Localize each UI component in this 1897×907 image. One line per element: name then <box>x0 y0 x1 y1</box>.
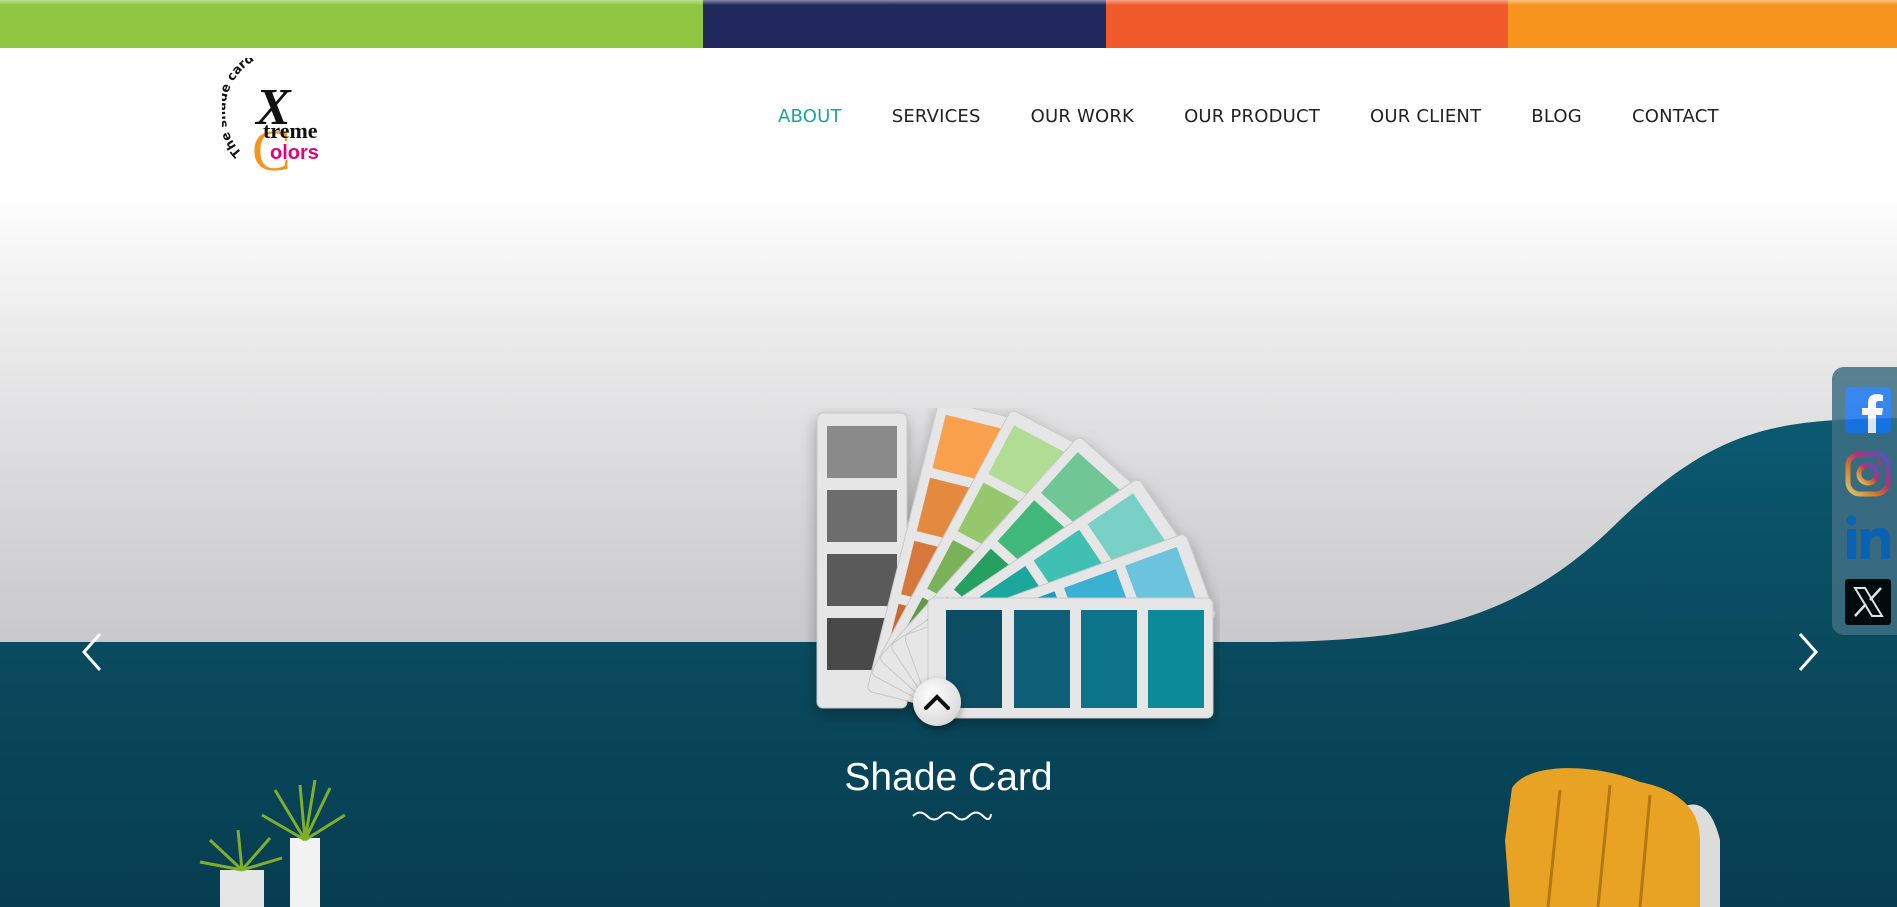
slider-prev-button[interactable] <box>74 620 110 680</box>
color-bar-orange-red <box>1106 0 1508 48</box>
instagram-icon <box>1845 451 1891 497</box>
x-twitter-icon <box>1845 579 1891 625</box>
wave-divider <box>912 811 992 821</box>
color-bar-orange <box>1508 0 1897 48</box>
nav-services[interactable]: SERVICES <box>892 104 981 130</box>
chevron-up-icon <box>924 694 950 710</box>
chevron-left-icon <box>81 633 102 671</box>
color-bar-green <box>0 0 703 48</box>
logo-word-olors: olors <box>270 142 319 164</box>
nav-blog[interactable]: BLOG <box>1531 104 1582 130</box>
scroll-up-button[interactable] <box>913 678 961 726</box>
chevron-right-icon <box>1798 633 1819 671</box>
slider-next-button[interactable] <box>1790 620 1826 680</box>
top-color-bar <box>0 0 1897 48</box>
nav-our-product[interactable]: OUR PRODUCT <box>1184 104 1320 130</box>
x-twitter-link[interactable] <box>1845 579 1891 625</box>
color-bar-navy <box>703 0 1106 48</box>
slide-caption: Shade Card <box>844 756 1053 799</box>
linkedin-link[interactable] <box>1845 515 1891 561</box>
facebook-link[interactable] <box>1845 387 1891 433</box>
linkedin-icon <box>1846 515 1890 559</box>
nav-about[interactable]: ABOUT <box>778 104 842 130</box>
logo[interactable]: The shade card story X C treme olors <box>213 40 336 183</box>
logo-word-treme: treme <box>263 118 318 143</box>
hero-slider: Shade Card <box>0 190 1897 907</box>
shade-card-fan-image <box>816 408 1216 720</box>
social-sidebar <box>1832 367 1897 635</box>
facebook-icon <box>1845 387 1891 433</box>
nav-our-work[interactable]: OUR WORK <box>1031 104 1134 130</box>
main-nav: ABOUT SERVICES OUR WORK OUR PRODUCT OUR … <box>778 104 1719 130</box>
instagram-link[interactable] <box>1845 451 1891 497</box>
nav-contact[interactable]: CONTACT <box>1632 104 1719 130</box>
nav-our-client[interactable]: OUR CLIENT <box>1370 104 1481 130</box>
